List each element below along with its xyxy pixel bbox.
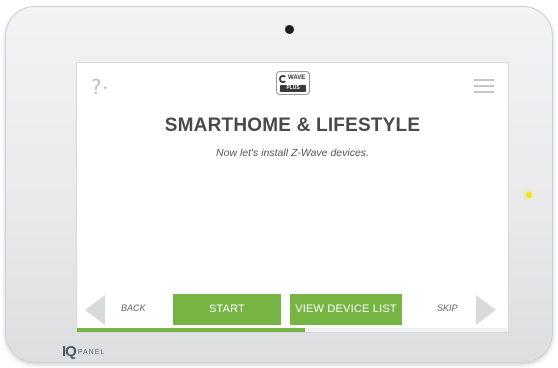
view-device-list-button[interactable]: VIEW DEVICE LIST (290, 294, 402, 325)
zwave-swirl-icon (279, 75, 287, 83)
hamburger-menu-icon[interactable] (474, 79, 494, 93)
zwave-badge-sub: PLUS (280, 85, 306, 92)
left-arrow-icon[interactable] (85, 295, 105, 325)
camera-icon (285, 25, 294, 34)
brand-mark: IQ (62, 342, 77, 360)
zwave-badge-word: WAVE (288, 75, 306, 81)
back-button-label[interactable]: BACK (121, 303, 146, 313)
status-led (526, 192, 532, 198)
brand-name: PANEL (77, 349, 106, 356)
help-label: ? (91, 75, 102, 99)
zwave-plus-logo: WAVE PLUS (276, 71, 310, 95)
page-title: SMARTHOME & LIFESTYLE (164, 115, 421, 136)
start-button[interactable]: START (173, 294, 281, 325)
touchscreen: ?• WAVE PLUS SMARTHOME & LIFESTYLE Now l… (76, 62, 509, 333)
iq-panel-device: ?• WAVE PLUS SMARTHOME & LIFESTYLE Now l… (5, 6, 553, 363)
skip-button-label[interactable]: SKIP (437, 303, 458, 313)
question-mark-icon[interactable]: ?• (91, 75, 108, 99)
page-subtitle: Now let's install Z-Wave devices. (216, 147, 369, 159)
right-arrow-icon[interactable] (476, 295, 496, 325)
progress-fill (77, 328, 306, 332)
progress-bar (77, 328, 508, 332)
iq-panel-logo: IQ PANEL (62, 342, 106, 360)
